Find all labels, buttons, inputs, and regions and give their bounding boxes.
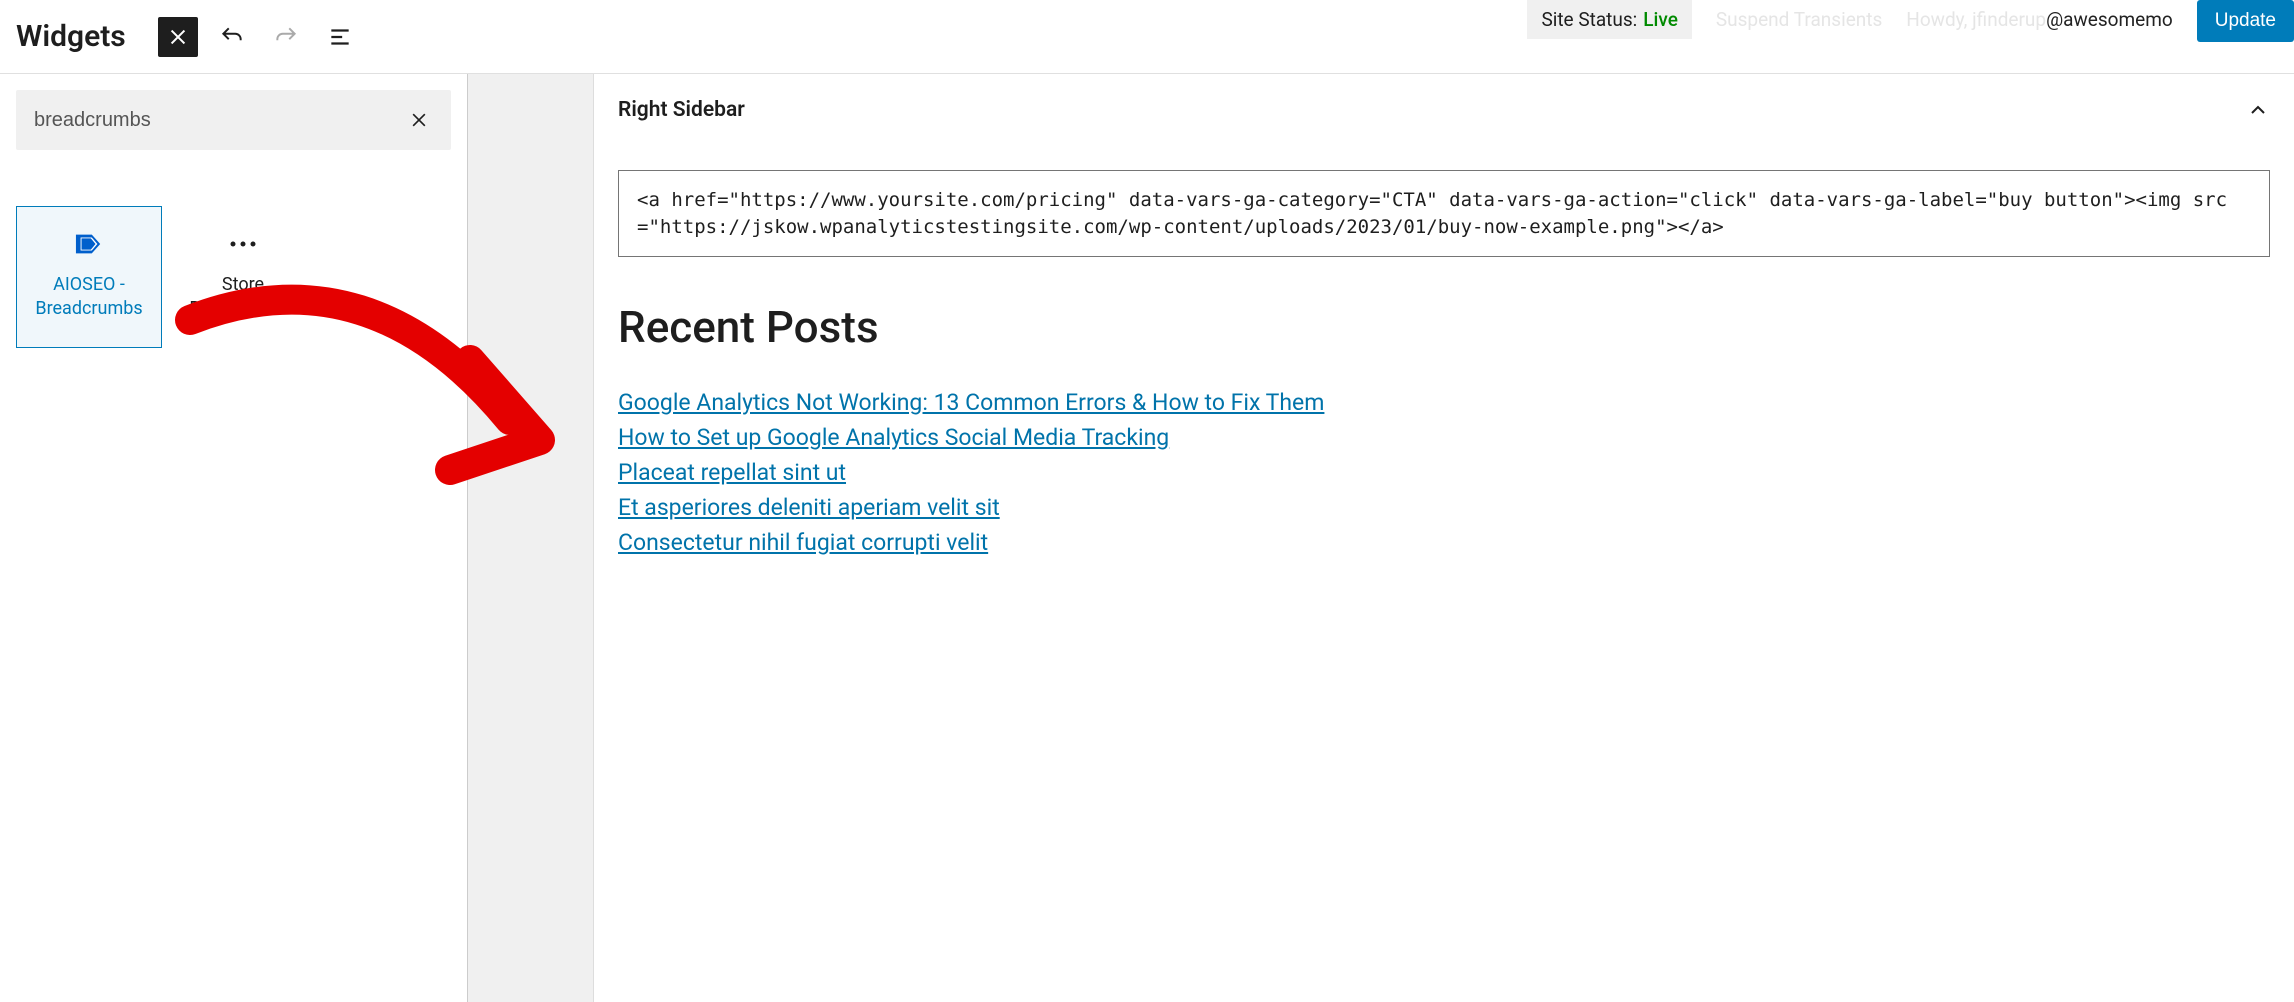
block-label: AIOSEO - Breadcrumbs bbox=[17, 273, 161, 322]
suspend-transients-link[interactable]: Suspend Transients bbox=[1716, 0, 1882, 39]
blocks-grid: AIOSEO - Breadcrumbs Store Breadcrumbs bbox=[16, 206, 451, 348]
site-status-label: Site Status: bbox=[1541, 8, 1637, 31]
post-link[interactable]: Consectetur nihil fugiat corrupti velit bbox=[618, 529, 988, 556]
undo-icon bbox=[219, 24, 245, 50]
post-link[interactable]: Placeat repellat sint ut bbox=[618, 459, 846, 486]
post-link[interactable]: How to Set up Google Analytics Social Me… bbox=[618, 424, 1169, 451]
update-button[interactable]: Update bbox=[2197, 0, 2294, 42]
recent-posts-list: Google Analytics Not Working: 13 Common … bbox=[618, 389, 2270, 556]
clear-search-button[interactable] bbox=[405, 106, 433, 134]
list-icon bbox=[327, 24, 353, 50]
list-item: Et asperiores deleniti aperiam velit sit bbox=[618, 494, 2270, 521]
collapse-toggle[interactable] bbox=[2246, 98, 2270, 122]
editor-topbar: Widgets Site Status: Live Suspend Transi… bbox=[0, 0, 2294, 74]
list-item: Consectetur nihil fugiat corrupti velit bbox=[618, 529, 2270, 556]
undo-button[interactable] bbox=[212, 17, 252, 57]
widget-area-header[interactable]: Right Sidebar bbox=[618, 98, 2270, 122]
redo-button[interactable] bbox=[266, 17, 306, 57]
list-item: Google Analytics Not Working: 13 Common … bbox=[618, 389, 2270, 416]
list-item: How to Set up Google Analytics Social Me… bbox=[618, 424, 2270, 451]
toolbar bbox=[158, 17, 360, 57]
block-search-input[interactable] bbox=[34, 109, 405, 132]
site-status-value: Live bbox=[1643, 8, 1678, 31]
aioseo-icon bbox=[75, 233, 103, 255]
close-icon bbox=[409, 110, 429, 130]
widget-area-title: Right Sidebar bbox=[618, 98, 745, 122]
block-inserter-panel: AIOSEO - Breadcrumbs Store Breadcrumbs bbox=[0, 74, 468, 1002]
close-icon bbox=[167, 26, 189, 48]
post-link[interactable]: Google Analytics Not Working: 13 Common … bbox=[618, 389, 1324, 416]
list-item: Placeat repellat sint ut bbox=[618, 459, 2270, 486]
site-status-badge: Site Status: Live bbox=[1527, 0, 1691, 39]
block-store-breadcrumbs[interactable]: Store Breadcrumbs bbox=[170, 206, 316, 348]
layout-gutter bbox=[468, 74, 594, 1002]
main-layout: AIOSEO - Breadcrumbs Store Breadcrumbs R… bbox=[0, 74, 2294, 1002]
widget-area-panel: Right Sidebar <a href="https://www.yours… bbox=[594, 74, 2294, 1002]
recent-posts-heading: Recent Posts bbox=[618, 301, 2270, 353]
close-button[interactable] bbox=[158, 17, 198, 57]
chevron-up-icon bbox=[2246, 98, 2270, 122]
howdy-greeting: Howdy, jfinderup@awesomemo bbox=[1906, 0, 2172, 39]
post-link[interactable]: Et asperiores deleniti aperiam velit sit bbox=[618, 494, 1000, 521]
block-aioseo-breadcrumbs[interactable]: AIOSEO - Breadcrumbs bbox=[16, 206, 162, 348]
page-title: Widgets bbox=[16, 19, 126, 54]
block-label: Store Breadcrumbs bbox=[171, 273, 315, 322]
topbar-right: Site Status: Live Suspend Transients How… bbox=[1527, 0, 2294, 40]
custom-html-block[interactable]: <a href="https://www.yoursite.com/pricin… bbox=[618, 170, 2270, 257]
redo-icon bbox=[273, 24, 299, 50]
ellipsis-icon bbox=[229, 233, 257, 255]
block-search-row bbox=[16, 90, 451, 150]
document-overview-button[interactable] bbox=[320, 17, 360, 57]
